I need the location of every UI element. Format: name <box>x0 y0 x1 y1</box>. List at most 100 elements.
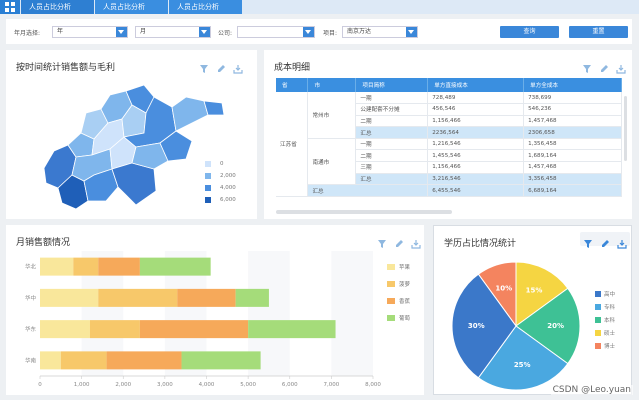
x-tick-label: 3,000 <box>157 382 173 388</box>
cell-project: 汇总 <box>355 173 429 186</box>
map-region-weihai[interactable] <box>203 100 225 116</box>
map-region-yantai[interactable] <box>171 96 209 132</box>
stacked-bar-chart: 0 1,000 2,000 3,000 4,000 5,000 6,000 7,000 8,00… <box>25 251 411 388</box>
cell-total-full: 6,689,164 <box>523 184 622 197</box>
legend-swatch <box>387 298 395 304</box>
pie-legend-swatch <box>595 291 601 297</box>
bar-segment <box>98 288 178 307</box>
export-icon[interactable] <box>616 59 626 74</box>
cell-project: 一期 <box>355 92 429 105</box>
cost-table-title: 成本明细 <box>274 63 311 73</box>
bar-segment <box>73 257 99 276</box>
cell-direct-cost: 2236,564 <box>427 126 525 139</box>
legend-swatch-2 <box>205 173 211 179</box>
bar-segment <box>40 288 99 307</box>
table-total-row[interactable]: 汇总 6,455,546 6,689,164 <box>276 184 622 197</box>
export-icon[interactable] <box>233 59 243 74</box>
month-select[interactable]: 月 <box>135 26 211 38</box>
cell-project: 一期 <box>355 138 429 151</box>
col-header-direct-cost[interactable]: 单方直接成本 <box>427 78 525 92</box>
legend-label: 苹果 <box>399 263 411 271</box>
edit-icon[interactable] <box>599 59 609 72</box>
col-header-project[interactable]: 项目简称 <box>355 78 429 92</box>
legend-swatch <box>387 315 395 321</box>
cell-full-cost: 1,689,164 <box>523 149 622 163</box>
cell-project: 三期 <box>355 161 429 174</box>
x-tick-label: 4,000 <box>199 382 215 388</box>
education-ratio-panel: 学历占比情况统计 10% 15% 20% 25% 30% 高中 专科 本科 硕士 博士 <box>433 225 632 395</box>
filter-icon[interactable] <box>582 59 592 73</box>
cell-direct-cost: 1,156,466 <box>427 115 525 128</box>
y-category-label: 华北 <box>25 263 37 271</box>
chevron-down-icon <box>199 27 210 37</box>
cell-direct-cost: 456,546 <box>427 103 525 116</box>
tab-personnel-ratio-2[interactable]: 人员占比分析 <box>95 0 168 14</box>
pie-slice-label: 10% <box>495 284 512 292</box>
col-header-full-cost[interactable]: 单方全成本 <box>523 78 622 92</box>
bar-segment <box>139 257 211 276</box>
pie-legend-swatch <box>595 304 601 310</box>
cost-table-scroll[interactable]: 省 市 项目简称 单方直接成本 单方全成本 江苏省 常州市 一期 728,489 738… <box>276 78 628 204</box>
project-select[interactable]: 南京万达 <box>342 26 418 38</box>
legend-label: 香蕉 <box>399 297 411 305</box>
cell-total-direct: 6,455,546 <box>427 184 525 197</box>
filter-bar: 年月选择: 年 月 公司: 项目: 南京万达 查询 重置 <box>6 19 632 44</box>
panel-toolbar <box>199 59 243 74</box>
bar-segment <box>40 320 90 339</box>
tab-personnel-ratio-1[interactable]: 人员占比分析 <box>21 0 94 14</box>
company-label: 公司: <box>218 30 233 37</box>
bar-segment <box>106 351 182 370</box>
map-panel: 按时间统计销售额与毛利 0 2,000 4,000 6,000 <box>6 50 257 219</box>
query-button[interactable]: 查询 <box>500 26 559 38</box>
edit-icon[interactable] <box>216 59 226 72</box>
x-tick-label: 2,000 <box>115 382 131 388</box>
cell-project: 汇总 <box>355 126 429 139</box>
project-label: 项目: <box>323 30 338 37</box>
chart-grid-band <box>331 251 373 376</box>
cell-full-cost: 1,457,468 <box>523 161 622 174</box>
cell-project: 二期 <box>355 115 429 128</box>
bar-segment <box>98 257 140 276</box>
cell-city: 南通市 <box>307 138 357 186</box>
vertical-scrollbar[interactable] <box>624 96 627 161</box>
cell-direct-cost: 1,216,546 <box>427 138 525 151</box>
table-row[interactable]: 江苏省 常州市 一期 728,489 738,699 <box>276 92 622 197</box>
pie-legend-label: 博士 <box>604 342 616 350</box>
apps-grid-icon[interactable] <box>0 0 20 14</box>
legend-label-2: 2,000 <box>220 173 236 179</box>
legend-swatch <box>387 281 395 287</box>
education-pie-chart: 10% 15% 20% 25% 30% 高中专科本科硕士博士 <box>451 261 616 391</box>
month-select-value: 月 <box>140 28 147 35</box>
y-category-label: 华东 <box>25 325 37 333</box>
x-tick-label: 6,000 <box>282 382 298 388</box>
table-row[interactable]: 南通市 一期 1,216,546 1,356,458 <box>276 138 622 186</box>
tab-personnel-ratio-3[interactable]: 人员占比分析 <box>169 0 242 14</box>
cell-province: 江苏省 <box>276 92 309 197</box>
legend-label-3: 4,000 <box>220 185 236 191</box>
cell-project: 二期 <box>355 149 429 163</box>
top-tab-bar: 人员占比分析 人员占比分析 人员占比分析 <box>0 0 639 14</box>
cell-city: 常州市 <box>307 92 357 139</box>
x-tick-label: 5,000 <box>240 382 256 388</box>
chevron-down-icon <box>303 27 314 37</box>
cell-direct-cost: 1,455,546 <box>427 149 525 163</box>
reset-button[interactable]: 重置 <box>569 26 628 38</box>
col-header-city[interactable]: 市 <box>307 78 357 92</box>
cell-full-cost: 546,236 <box>523 103 622 116</box>
col-header-province[interactable]: 省 <box>276 78 309 92</box>
legend-swatch-4 <box>205 197 211 203</box>
year-select[interactable]: 年 <box>52 26 128 38</box>
legend-label-4: 6,000 <box>220 197 236 203</box>
bar-segment <box>89 320 140 339</box>
company-select[interactable] <box>237 26 315 38</box>
legend-swatch-1 <box>205 161 211 167</box>
legend-label: 葡萄 <box>399 314 411 322</box>
filter-icon[interactable] <box>199 59 209 73</box>
bar-segment <box>248 320 336 339</box>
map-region-linyi[interactable] <box>111 162 157 206</box>
pie-legend-label: 硕士 <box>604 329 616 337</box>
horizontal-scrollbar[interactable] <box>276 210 452 214</box>
bar-segment <box>40 351 61 370</box>
cell-direct-cost: 728,489 <box>427 92 525 105</box>
pie-legend-label: 专科 <box>604 303 616 311</box>
